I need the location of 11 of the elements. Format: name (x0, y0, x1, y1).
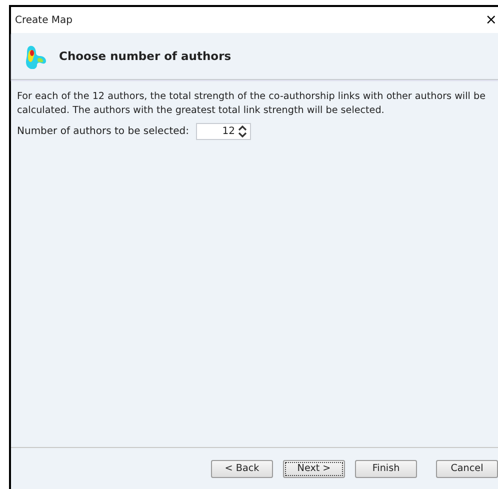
wizard-button[interactable]: Next > (283, 460, 345, 478)
heatmap-icon (25, 44, 47, 68)
close-button[interactable]: × (485, 12, 498, 28)
wizard-button[interactable]: < Back (211, 460, 273, 478)
description-text: For each of the 12 authors, the total strength of the co-authorship links with other authors will be calculated. The authors with the greatest total link strength will be selected. (17, 90, 486, 118)
wizard-button[interactable]: Finish (355, 460, 417, 478)
page-heading: Choose number of authors (59, 49, 232, 63)
field-label: Number of authors to be selected: (17, 126, 189, 137)
window-title: Create Map (15, 14, 73, 26)
wizard-button[interactable]: Cancel (436, 460, 498, 478)
number-spinner[interactable]: 12 (196, 123, 251, 140)
